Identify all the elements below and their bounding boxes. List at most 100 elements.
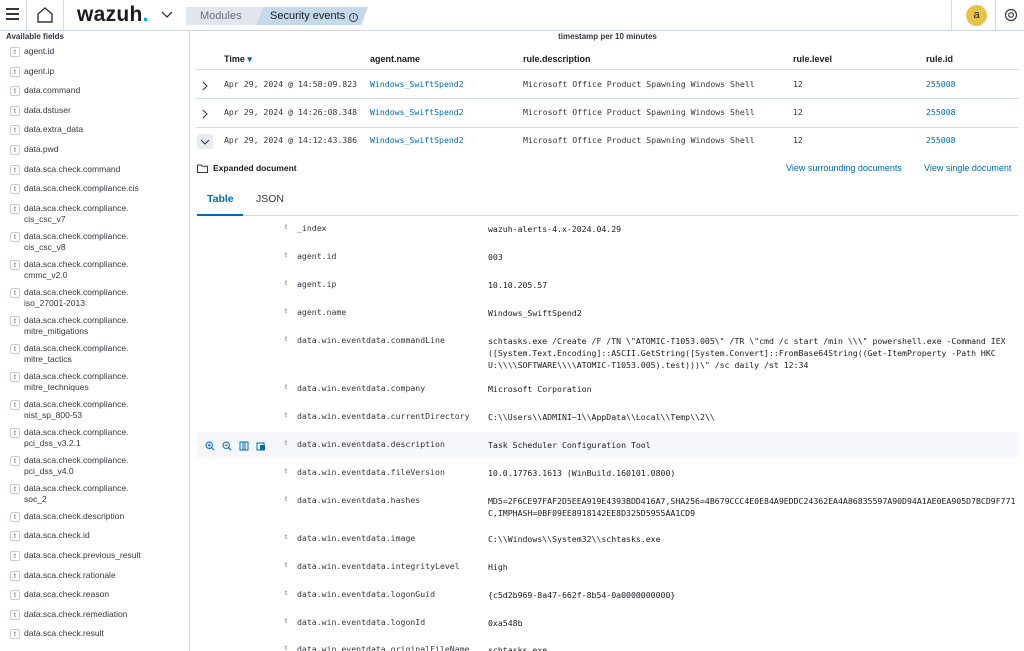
expand-row-icon[interactable] [200,109,210,119]
string-type-icon: t [10,629,20,640]
column-header-rule-level[interactable]: rule.level [793,54,832,64]
header-divider [951,0,952,31]
sidebar-field-item[interactable]: t data.sca.check.rationale [10,570,184,581]
sidebar-field-label: data.sca.check.compliance. pci_dss_v3.2.… [24,426,129,448]
sidebar-field-item[interactable]: t data.sca.check.previous_result [10,550,184,561]
document-field-key: data.win.eventdata.fileVersion [297,467,445,477]
sidebar-field-item[interactable]: t data.sca.check.command [10,164,184,175]
sidebar-field-item[interactable]: t data.sca.check.reason [10,589,184,601]
column-header-agent-name[interactable]: agent.name [370,54,420,64]
tab-table[interactable]: Table [207,193,234,205]
sort-desc-icon[interactable]: ▾ [247,54,252,64]
document-field-value[interactable]: 003 [488,251,1018,263]
sidebar-field-item[interactable]: t data.sca.check.id [10,530,184,542]
sidebar-field-item[interactable]: t data.sca.check.compliance. mitre_techni… [10,371,184,393]
sidebar-field-item[interactable]: t data.sca.check.compliance. nist_sp_800-… [10,399,184,421]
sidebar-field-item[interactable]: t data.sca.check.compliance. mitre_tactic… [10,343,184,365]
column-header-rule-id[interactable]: rule.id [926,54,953,64]
document-field-key: data.win.eventdata.logonId [297,617,426,627]
info-icon[interactable]: i [349,13,359,22]
string-type-icon: t [10,184,20,195]
user-avatar[interactable]: a [966,5,987,26]
chevron-down-icon[interactable] [160,9,174,21]
string-type-icon: t [10,164,20,175]
menu-icon[interactable] [6,8,19,20]
string-type-icon: t [10,315,20,326]
discover-main: timestamp per 10 minutes Time ▾ agent.na… [191,31,1024,651]
wazuh-logo[interactable]: wazuh. [77,3,149,27]
sidebar-field-item[interactable]: t data.sca.check.compliance. mitre_mitiga… [10,315,184,337]
sidebar-field-label: data.sca.check.previous_result [24,550,141,560]
sidebar-field-label: data.command [24,85,81,96]
sidebar-field-item[interactable]: t data.sca.check.result [10,628,184,640]
row-divider [196,127,1018,128]
histogram-label: timestamp per 10 minutes [558,32,657,41]
document-field-value: MD5=2F6CE97FAF2D5EEA919E4393BDD416A7,SHA… [488,496,1016,518]
document-field-value: 0xa548b [488,618,523,628]
sidebar-field-item[interactable]: t data.command [10,85,184,97]
sidebar-field-item[interactable]: t data.dstuser [10,105,184,116]
cell-time: Apr 29, 2024 @ 14:58:09.823 [224,79,358,89]
toggle-column-icon[interactable] [239,441,249,451]
sidebar-field-item[interactable]: t agent.ip [10,66,184,77]
sidebar-field-label: data.pwd [24,144,59,154]
filter-out-value-icon[interactable] [222,441,232,451]
sidebar-field-item[interactable]: t data.sca.check.compliance. cis_csc_v8 [10,231,184,253]
cell-rule-id[interactable]: 255008 [926,79,956,89]
document-field-value: High [488,562,508,572]
string-type-icon: t [285,645,287,651]
collapse-row-button[interactable] [197,134,213,149]
sidebar-field-label: data.sca.check.rationale [24,569,116,580]
sidebar-field-item[interactable]: t data.sca.check.compliance. pci_dss_v3.2… [10,427,184,449]
cell-rule-description: Microsoft Office Product Spawning Window… [523,79,755,89]
column-header-rule-description[interactable]: rule.description [523,54,591,64]
sidebar-field-item[interactable]: t data.sca.check.compliance.cis [10,183,184,195]
document-field-key: _index [297,223,327,233]
document-field-value: schtasks.exe [488,645,548,651]
expand-row-icon[interactable] [200,81,210,91]
sidebar-field-item[interactable]: t data.sca.check.compliance. cmmc_v2.0 [10,259,184,281]
sidebar-field-item[interactable]: t data.sca.check.compliance. soc_2 [10,483,184,505]
sidebar-field-label: data.sca.check.reason [24,589,110,600]
string-type-icon: t [10,343,20,354]
tab-json[interactable]: JSON [256,193,284,205]
document-field-key: data.win.eventdata.integrityLevel [297,561,460,571]
string-type-icon: t [285,534,287,541]
string-type-icon: t [10,531,20,542]
sidebar-field-item[interactable]: t data.sca.check.compliance. iso_27001-20… [10,287,184,309]
filter-for-value-icon[interactable] [205,441,215,451]
string-type-icon: t [285,562,287,569]
string-type-icon: t [285,252,287,259]
document-field-value[interactable]: Windows_SwiftSpend2 [488,307,1018,319]
view-surrounding-documents-link[interactable]: View surrounding documents [786,163,902,173]
breadcrumb-modules[interactable]: Modules [186,7,266,25]
cell-agent-name[interactable]: Windows_SwiftSpend2 [370,79,464,89]
cell-agent-name[interactable]: Windows_SwiftSpend2 [370,135,464,145]
sidebar-field-label: data.sca.check.command [24,163,121,174]
document-field-value: schtasks.exe /Create /F /TN \"ATOMIC-T10… [488,336,1006,370]
cell-agent-name[interactable]: Windows_SwiftSpend2 [370,107,464,117]
row-divider [196,69,1018,70]
column-header-time[interactable]: Time ▾ [224,54,252,65]
string-type-icon: t [10,86,20,97]
cell-rule-id[interactable]: 255008 [926,135,956,145]
sidebar-field-item[interactable]: t data.pwd [10,144,184,155]
sidebar-field-item[interactable]: t data.sca.check.compliance. pci_dss_v4.0 [10,455,184,477]
sidebar-field-item[interactable]: t data.sca.check.description [10,511,184,522]
sidebar-field-item[interactable]: t data.sca.check.compliance. cis_csc_v7 [10,203,184,225]
cell-rule-description: Microsoft Office Product Spawning Window… [523,135,755,145]
document-field-key: data.win.eventdata.hashes [297,495,421,505]
breadcrumb-security-events[interactable]: Security events i [256,7,368,25]
document-field-key: agent.name [297,307,347,317]
string-type-icon: t [10,231,20,242]
help-icon[interactable] [1004,8,1018,22]
cell-rule-id[interactable]: 255008 [926,107,956,117]
sidebar-field-label: data.sca.check.compliance. pci_dss_v4.0 [24,454,129,476]
sidebar-field-item[interactable]: t data.extra_data [10,124,184,136]
home-icon[interactable] [36,6,54,24]
sidebar-field-item[interactable]: t data.sca.check.remediation [10,609,184,620]
sidebar-field-item[interactable]: t agent.id [10,46,184,57]
cell-rule-level: 12 [793,79,803,89]
filter-exists-icon[interactable] [256,441,266,451]
view-single-document-link[interactable]: View single document [924,163,1011,173]
